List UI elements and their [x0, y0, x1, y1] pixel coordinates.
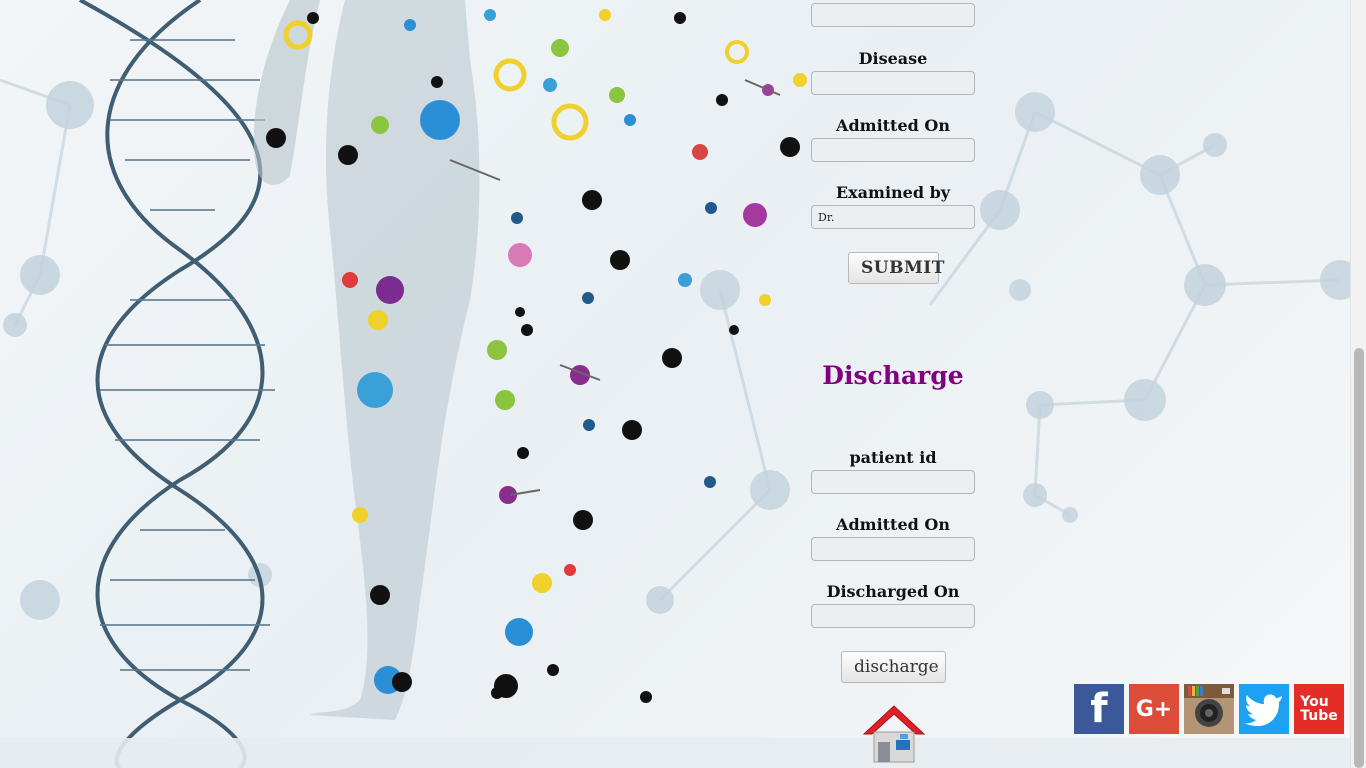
scrollbar-thumb[interactable]	[1354, 348, 1364, 768]
admitted-on-input[interactable]	[811, 138, 975, 162]
background-dna-art	[0, 0, 1350, 768]
disease-label: Disease	[858, 49, 928, 68]
discharge-title: Discharge	[822, 361, 964, 390]
admitted-on-label: Admitted On	[836, 116, 950, 135]
previous-field-input[interactable]	[811, 3, 975, 27]
instagram-icon[interactable]	[1184, 684, 1234, 734]
discharged-on-label: Discharged On	[826, 582, 960, 601]
youtube-glyph: You Tube	[1300, 694, 1338, 724]
discharge-button[interactable]: discharge	[841, 651, 946, 683]
discharge-admitted-on-label: Admitted On	[836, 515, 950, 534]
patient-id-label: patient id	[849, 448, 937, 467]
patient-id-input[interactable]	[811, 470, 975, 494]
twitter-icon[interactable]	[1239, 684, 1289, 734]
twitter-bird-icon	[1244, 694, 1282, 726]
home-icon[interactable]	[862, 704, 926, 764]
footer-band	[0, 738, 1350, 768]
youtube-icon[interactable]: You Tube	[1294, 684, 1344, 734]
facebook-icon[interactable]: f	[1074, 684, 1124, 734]
submit-button[interactable]: SUBMIT	[848, 252, 944, 284]
discharge-admitted-on-input[interactable]	[811, 537, 975, 561]
examined-by-input[interactable]	[811, 205, 975, 229]
discharged-on-input[interactable]	[811, 604, 975, 628]
google-plus-icon[interactable]: G+	[1129, 684, 1179, 734]
facebook-glyph: f	[1090, 686, 1108, 732]
instagram-camera-icon	[1184, 684, 1234, 734]
examined-by-label: Examined by	[835, 183, 951, 202]
page-scrollbar[interactable]	[1350, 0, 1366, 768]
google-plus-glyph: G+	[1135, 696, 1173, 722]
disease-input[interactable]	[811, 71, 975, 95]
